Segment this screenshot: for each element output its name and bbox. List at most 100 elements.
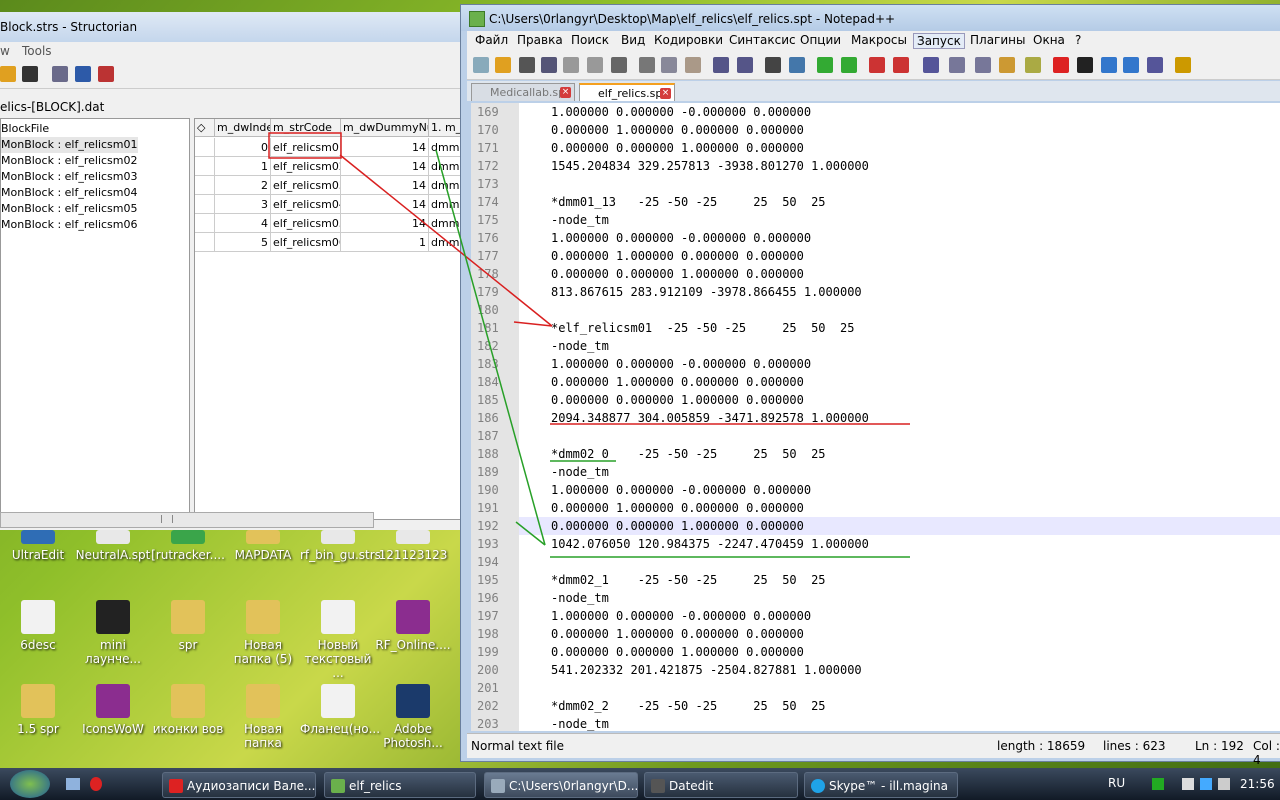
code-line[interactable]: 2094.348877 304.005859 -3471.892578 1.00…: [551, 409, 869, 427]
save-icon[interactable]: [22, 66, 38, 82]
desktop-icon[interactable]: Новый текстовый ...: [300, 600, 376, 680]
menu-search[interactable]: Поиск: [571, 33, 609, 47]
row-marker[interactable]: [195, 233, 215, 252]
doc-map-icon[interactable]: [999, 57, 1015, 73]
run-macro-multiple-icon[interactable]: [1123, 57, 1139, 73]
close-all-icon[interactable]: [587, 57, 603, 73]
desktop-icon[interactable]: mini лаунче...: [75, 600, 151, 666]
redo-icon[interactable]: [737, 57, 753, 73]
table-icon[interactable]: [75, 66, 91, 82]
row-marker[interactable]: [195, 214, 215, 233]
code-line[interactable]: 0.000000 1.000000 0.000000 0.000000: [551, 247, 804, 265]
code-line[interactable]: *dmm01_13 -25 -50 -25 25 50 25: [551, 193, 826, 211]
cell-index[interactable]: 2: [215, 176, 271, 195]
grid-header-s[interactable]: 1. m_s: [429, 119, 463, 137]
menu-run[interactable]: Запуск: [913, 33, 965, 49]
code-line[interactable]: 0.000000 0.000000 1.000000 0.000000: [551, 391, 804, 409]
desktop-icon[interactable]: Новая папка: [225, 684, 301, 750]
row-marker[interactable]: [195, 157, 215, 176]
code-line[interactable]: 0.000000 1.000000 0.000000 0.000000: [551, 625, 804, 643]
menu-options[interactable]: Опции: [800, 33, 841, 47]
cell-s[interactable]: dmm0: [429, 138, 463, 157]
desktop-icon[interactable]: IconsWoW: [75, 684, 151, 736]
desktop-icon[interactable]: иконки вов: [150, 684, 226, 736]
taskbar-audio[interactable]: Аудиозаписи Вале...: [162, 772, 316, 798]
grid-header-index[interactable]: m_dwIndex: [215, 119, 271, 137]
desktop-icon[interactable]: 6desc: [0, 600, 76, 652]
cut-icon[interactable]: [639, 57, 655, 73]
menu-edit[interactable]: Правка: [517, 33, 563, 47]
row-marker[interactable]: [195, 138, 215, 157]
tray-icon[interactable]: [1152, 778, 1164, 790]
tab-medicallab[interactable]: Medicallab.spt ×: [471, 83, 575, 101]
zoom-out-icon[interactable]: [841, 57, 857, 73]
cell-index[interactable]: 1: [215, 157, 271, 176]
undo-icon[interactable]: [713, 57, 729, 73]
opera-icon[interactable]: [90, 777, 102, 791]
code-line[interactable]: -node_tm: [551, 211, 609, 229]
show-desktop-icon[interactable]: [66, 778, 80, 790]
code-line[interactable]: 1.000000 0.000000 -0.000000 0.000000: [551, 355, 811, 373]
open-icon[interactable]: [495, 57, 511, 73]
cell-code[interactable]: elf_relicsm03: [271, 176, 341, 195]
all-chars-icon[interactable]: [949, 57, 965, 73]
taskbar-datedit[interactable]: Datedit: [644, 772, 798, 798]
paste-icon[interactable]: [685, 57, 701, 73]
code-line[interactable]: 813.867615 283.912109 -3978.866455 1.000…: [551, 283, 862, 301]
language-indicator[interactable]: RU: [1108, 776, 1125, 790]
desktop-icon[interactable]: 121123123: [375, 530, 451, 562]
code-line[interactable]: 0.000000 1.000000 0.000000 0.000000: [551, 121, 804, 139]
close-icon[interactable]: ×: [660, 88, 671, 99]
menu-view[interactable]: w: [0, 44, 10, 58]
row-marker[interactable]: [195, 195, 215, 214]
menu-tools[interactable]: Tools: [22, 44, 52, 58]
cell-code[interactable]: elf_relicsm05: [271, 214, 341, 233]
horizontal-scrollbar[interactable]: [0, 512, 374, 528]
grid-header-code[interactable]: m_strCode: [271, 119, 341, 137]
row-marker[interactable]: [195, 176, 215, 195]
cell-dummy[interactable]: 14: [341, 195, 429, 214]
taskbar-skype[interactable]: Skype™ - ill.magina: [804, 772, 958, 798]
code-line[interactable]: 0.000000 0.000000 1.000000 0.000000: [551, 139, 804, 157]
cell-index[interactable]: 5: [215, 233, 271, 252]
code-line[interactable]: 1.000000 0.000000 -0.000000 0.000000: [551, 229, 811, 247]
code-line[interactable]: 541.202332 201.421875 -2504.827881 1.000…: [551, 661, 862, 679]
cell-s[interactable]: dmm0: [429, 157, 463, 176]
text-editor[interactable]: 169 170 171 172 173 174 175 176 177 178 179 180 181 1…: [471, 103, 1280, 731]
tree-node[interactable]: MonBlock : elf_relicsm01: [1, 137, 138, 153]
cell-s[interactable]: dmm0: [429, 214, 463, 233]
cell-dummy[interactable]: 14: [341, 138, 429, 157]
code-line[interactable]: -node_tm: [551, 337, 609, 355]
copy-icon[interactable]: [661, 57, 677, 73]
cell-index[interactable]: 3: [215, 195, 271, 214]
desktop-icon[interactable]: [rutracker....: [150, 530, 226, 562]
close-icon[interactable]: ×: [560, 87, 571, 98]
volume-icon[interactable]: [1218, 778, 1230, 790]
code-line[interactable]: 1.000000 0.000000 -0.000000 0.000000: [551, 103, 811, 121]
cell-code[interactable]: elf_relicsm01: [271, 138, 341, 157]
cell-dummy[interactable]: 14: [341, 214, 429, 233]
code-line[interactable]: 0.000000 0.000000 1.000000 0.000000: [551, 643, 804, 661]
record-macro-icon[interactable]: [1053, 57, 1069, 73]
replace-icon[interactable]: [789, 57, 805, 73]
clock[interactable]: 21:56: [1240, 777, 1275, 791]
cell-dummy[interactable]: 14: [341, 157, 429, 176]
grid-header-marker[interactable]: ◇: [195, 119, 215, 137]
cell-index[interactable]: 4: [215, 214, 271, 233]
cell-dummy[interactable]: 1: [341, 233, 429, 252]
desktop-icon[interactable]: Новая папка (5): [225, 600, 301, 666]
tree-node[interactable]: MonBlock : elf_relicsm05: [1, 201, 138, 217]
menu-file[interactable]: Файл: [475, 33, 508, 47]
save-all-icon[interactable]: [541, 57, 557, 73]
start-button[interactable]: [10, 770, 50, 798]
code-line[interactable]: 1545.204834 329.257813 -3938.801270 1.00…: [551, 157, 869, 175]
menu-syntax[interactable]: Синтаксис: [729, 33, 796, 47]
desktop-icon[interactable]: NeutralA.spt: [75, 530, 151, 562]
stop-macro-icon[interactable]: [1077, 57, 1093, 73]
code-line[interactable]: 1.000000 0.000000 -0.000000 0.000000: [551, 607, 811, 625]
indent-guide-icon[interactable]: [975, 57, 991, 73]
cell-code[interactable]: elf_relicsm04: [271, 195, 341, 214]
grid-header-dummy[interactable]: m_dwDummyNum: [341, 119, 429, 137]
menu-help[interactable]: ?: [1075, 33, 1081, 47]
table-red-icon[interactable]: [98, 66, 114, 82]
